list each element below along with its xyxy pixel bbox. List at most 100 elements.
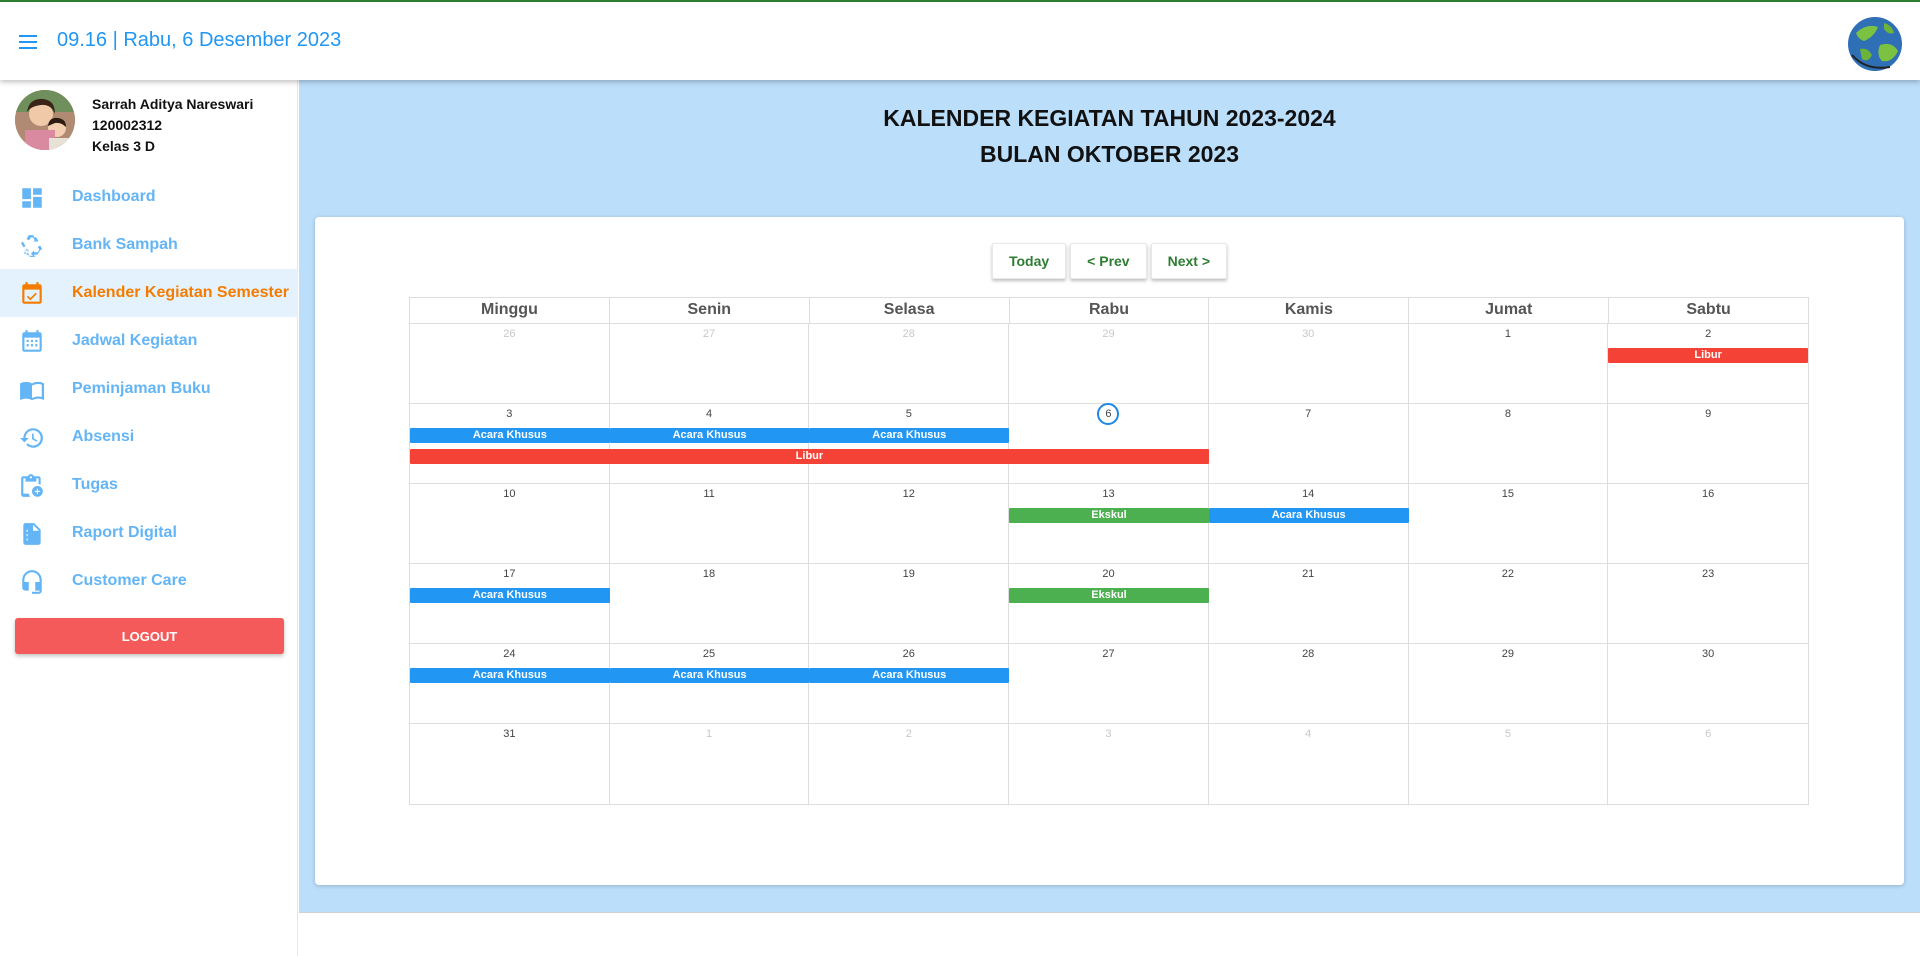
day-number[interactable]: 15 xyxy=(1409,488,1608,500)
calendar-day-cell[interactable]: 12 xyxy=(809,484,1010,564)
day-number[interactable]: 26 xyxy=(410,328,609,340)
day-number[interactable]: 12 xyxy=(809,488,1008,500)
today-day-number[interactable]: 6 xyxy=(1009,403,1208,425)
sidebar-item-bank-sampah[interactable]: Bank Sampah xyxy=(0,221,298,269)
calendar-day-cell[interactable]: 5 xyxy=(809,404,1010,484)
calendar-day-cell[interactable]: 9 xyxy=(1608,404,1808,484)
day-number[interactable]: 27 xyxy=(1009,648,1208,660)
calendar-day-cell[interactable]: 17 xyxy=(410,564,610,644)
sidebar-item-absensi[interactable]: Absensi xyxy=(0,413,298,461)
day-number[interactable]: 6 xyxy=(1608,728,1808,740)
calendar-day-cell[interactable]: 22 xyxy=(1409,564,1609,644)
calendar-day-cell[interactable]: 13 xyxy=(1009,484,1209,564)
day-number[interactable]: 2 xyxy=(1608,328,1808,340)
day-number[interactable]: 25 xyxy=(610,648,809,660)
calendar-day-cell[interactable]: 18 xyxy=(610,564,810,644)
sidebar-item-tugas[interactable]: Tugas xyxy=(0,461,298,509)
day-number[interactable]: 4 xyxy=(1209,728,1408,740)
calendar-day-cell[interactable]: 23 xyxy=(1608,564,1808,644)
calendar-day-cell[interactable]: 31 xyxy=(410,724,610,804)
day-number[interactable]: 14 xyxy=(1209,488,1408,500)
day-number[interactable]: 1 xyxy=(1409,328,1608,340)
calendar-event[interactable]: Acara Khusus xyxy=(609,668,810,683)
day-number[interactable]: 17 xyxy=(410,568,609,580)
day-number[interactable]: 23 xyxy=(1608,568,1808,580)
prev-button[interactable]: < Prev xyxy=(1070,243,1147,279)
day-number[interactable]: 16 xyxy=(1608,488,1808,500)
calendar-day-cell[interactable]: 5 xyxy=(1409,724,1609,804)
calendar-day-cell[interactable]: 3 xyxy=(1009,724,1209,804)
calendar-event[interactable]: Acara Khusus xyxy=(809,668,1010,683)
calendar-day-cell[interactable]: 4 xyxy=(610,404,810,484)
sidebar-item-raport-digital[interactable]: Raport Digital xyxy=(0,509,298,557)
next-button[interactable]: Next > xyxy=(1150,243,1228,279)
sidebar-item-customer-care[interactable]: Customer Care xyxy=(0,557,298,605)
calendar-day-cell[interactable]: 1 xyxy=(610,724,810,804)
day-number[interactable]: 20 xyxy=(1009,568,1208,580)
day-number[interactable]: 5 xyxy=(809,408,1008,420)
day-number[interactable]: 31 xyxy=(410,728,609,740)
calendar-day-cell[interactable]: 28 xyxy=(1209,644,1409,724)
calendar-day-cell[interactable]: 16 xyxy=(1608,484,1808,564)
day-number[interactable]: 5 xyxy=(1409,728,1608,740)
calendar-day-cell[interactable]: 14 xyxy=(1209,484,1409,564)
day-number[interactable]: 3 xyxy=(410,408,609,420)
calendar-day-cell[interactable]: 19 xyxy=(809,564,1010,644)
day-number[interactable]: 28 xyxy=(809,328,1008,340)
calendar-day-cell[interactable]: 26 xyxy=(809,644,1010,724)
calendar-day-cell[interactable]: 8 xyxy=(1409,404,1609,484)
calendar-day-cell[interactable]: 30 xyxy=(1209,324,1409,404)
calendar-day-cell[interactable]: 6 xyxy=(1009,403,1209,484)
calendar-day-cell[interactable]: 25 xyxy=(610,644,810,724)
calendar-day-cell[interactable]: 10 xyxy=(410,484,610,564)
sidebar-item-dashboard[interactable]: Dashboard xyxy=(0,173,298,221)
calendar-day-cell[interactable]: 29 xyxy=(1409,644,1609,724)
logout-button[interactable]: LOGOUT xyxy=(15,618,284,654)
day-number[interactable]: 22 xyxy=(1409,568,1608,580)
calendar-event[interactable]: Acara Khusus xyxy=(410,588,610,603)
calendar-day-cell[interactable]: 27 xyxy=(1009,644,1209,724)
calendar-day-cell[interactable]: 2 xyxy=(809,724,1010,804)
calendar-day-cell[interactable]: 20 xyxy=(1009,564,1209,644)
calendar-day-cell[interactable]: 27 xyxy=(610,324,810,404)
calendar-day-cell[interactable]: 6 xyxy=(1608,724,1808,804)
menu-icon[interactable] xyxy=(19,34,39,50)
calendar-event[interactable]: Acara Khusus xyxy=(1208,508,1409,523)
day-number[interactable]: 19 xyxy=(809,568,1008,580)
sidebar-item-kalender-kegiatan-semester[interactable]: Kalender Kegiatan Semester xyxy=(0,269,298,317)
day-number[interactable]: 29 xyxy=(1409,648,1608,660)
day-number[interactable]: 8 xyxy=(1409,408,1608,420)
calendar-day-cell[interactable]: 3 xyxy=(410,404,610,484)
calendar-event[interactable]: Acara Khusus xyxy=(410,668,610,683)
day-number[interactable]: 11 xyxy=(610,488,809,500)
calendar-event[interactable]: Ekskul xyxy=(1009,508,1209,523)
calendar-day-cell[interactable]: 30 xyxy=(1608,644,1808,724)
calendar-day-cell[interactable]: 11 xyxy=(610,484,810,564)
calendar-event[interactable]: Acara Khusus xyxy=(410,428,610,443)
calendar-day-cell[interactable]: 2 xyxy=(1608,324,1808,404)
day-number[interactable]: 10 xyxy=(410,488,609,500)
day-number[interactable]: 18 xyxy=(610,568,809,580)
calendar-day-cell[interactable]: 28 xyxy=(809,324,1010,404)
calendar-day-cell[interactable]: 24 xyxy=(410,644,610,724)
calendar-event[interactable]: Acara Khusus xyxy=(809,428,1010,443)
day-number[interactable]: 2 xyxy=(809,728,1008,740)
day-number[interactable]: 26 xyxy=(809,648,1008,660)
calendar-event[interactable]: Libur xyxy=(410,449,1209,464)
day-number[interactable]: 21 xyxy=(1209,568,1408,580)
calendar-day-cell[interactable]: 29 xyxy=(1009,324,1209,404)
day-number[interactable]: 28 xyxy=(1209,648,1408,660)
day-number[interactable]: 24 xyxy=(410,648,609,660)
calendar-event[interactable]: Libur xyxy=(1608,348,1808,363)
day-number[interactable]: 3 xyxy=(1009,728,1208,740)
day-number[interactable]: 9 xyxy=(1608,408,1808,420)
calendar-day-cell[interactable]: 7 xyxy=(1209,404,1409,484)
day-number[interactable]: 7 xyxy=(1209,408,1408,420)
sidebar-item-peminjaman-buku[interactable]: Peminjaman Buku xyxy=(0,365,298,413)
day-number[interactable]: 30 xyxy=(1608,648,1808,660)
today-button[interactable]: Today xyxy=(991,243,1067,279)
calendar-day-cell[interactable]: 26 xyxy=(410,324,610,404)
day-number[interactable]: 4 xyxy=(610,408,809,420)
calendar-day-cell[interactable]: 4 xyxy=(1209,724,1409,804)
calendar-event[interactable]: Acara Khusus xyxy=(609,428,810,443)
